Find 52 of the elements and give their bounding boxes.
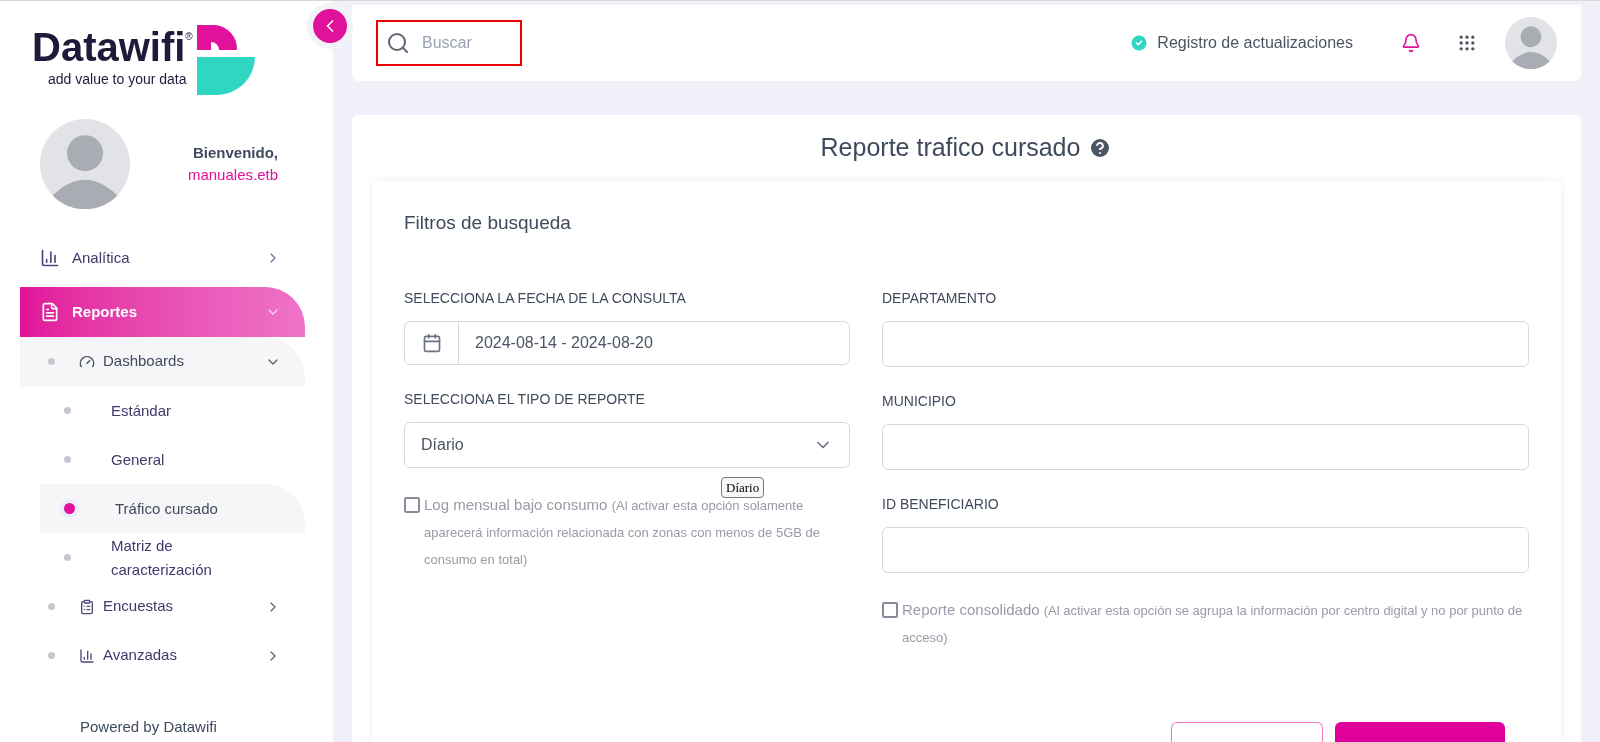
report-type-dropdown[interactable]: Díario [404,421,850,468]
username: manuales.etb [187,165,278,185]
date-range-field[interactable]: 2024-08-14 - 2024-08-20 [404,320,850,365]
chart-icon [40,248,60,268]
bullet-icon [48,652,55,659]
apps-grid-icon[interactable] [1457,33,1477,53]
check-circle-icon [1129,33,1150,53]
gauge-icon [79,353,95,370]
bullet-icon [48,603,55,610]
chart-icon [79,647,95,664]
field-label: SELECCIONA LA FECHA DE LA CONSULTA [404,288,687,308]
bullet-icon [48,358,55,365]
menu-item[interactable]: Reportes [20,287,305,337]
field-label: DEPARTAMENTO [882,288,998,308]
notification-bell-icon[interactable] [1401,33,1421,53]
menu-item[interactable]: Avanzadas [20,631,305,680]
registered-mark: ® [185,30,193,42]
menu-item[interactable]: Tráfico cursado [40,484,305,533]
bullet-icon [64,554,71,561]
checkbox[interactable] [882,601,898,618]
input-field[interactable] [882,526,1529,573]
bullet-icon [64,407,71,414]
search-icon [386,31,410,55]
menu-item[interactable]: General [40,435,305,484]
greeting: Bienvenido, [193,142,278,163]
field-label: MUNICIPIO [882,391,957,411]
calendar-icon [421,332,442,353]
input-field[interactable] [882,423,1529,470]
menu-item[interactable]: Dashboards [20,337,305,386]
menu-item[interactable]: Matriz de caracterización [40,533,305,582]
logo-icon [196,25,255,95]
input-field[interactable] [882,320,1529,367]
search-field[interactable]: Buscar [376,20,522,66]
page-title: Reporte trafico cursado [820,132,1081,164]
menu-item[interactable]: Encuestas [20,582,305,631]
tooltip: Díario [721,476,765,498]
field-label: ID BENEFICIARIO [882,494,1000,514]
checkbox-label: Reporte consolidado (Al activar esta opción se agrupa la información por centro digital y no por punto de acceso) [902,599,1524,647]
clipboard-icon [79,598,95,615]
brand-name: Datawifi [32,25,186,69]
section-title: Filtros de busqueda [404,211,572,235]
checkbox[interactable] [404,496,420,513]
profile-avatar-icon [1505,17,1557,69]
avatar-icon [40,119,130,209]
field-label: SELECCIONA EL TIPO DE REPORTE [404,389,646,409]
brand-tagline: add value to your data [48,70,188,89]
menu-item[interactable]: Analítica [20,233,305,283]
document-icon [40,302,60,322]
outline-button[interactable] [1171,722,1323,742]
bullet-icon [64,456,71,463]
updates-link[interactable]: Registro de actualizaciones [1129,31,1353,55]
menu-item[interactable]: Estándar [40,386,305,435]
